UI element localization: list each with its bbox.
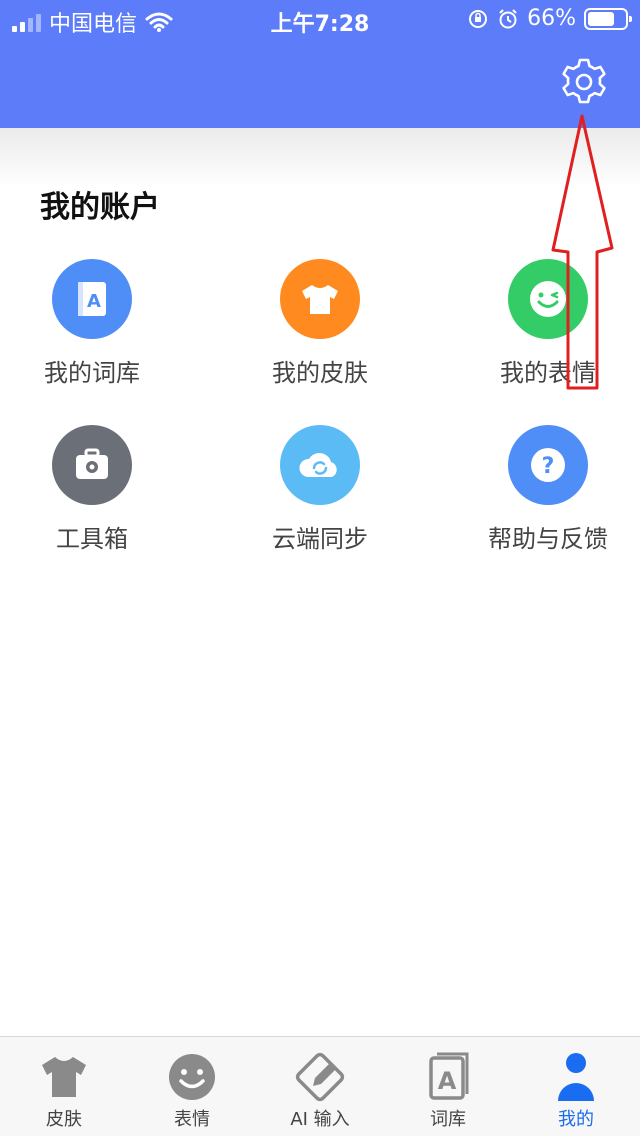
grid-item-label: 云端同步 (272, 525, 368, 553)
status-bar: 中国电信 上午7:28 66% (0, 0, 640, 42)
svg-text:A: A (438, 1067, 457, 1095)
tab-label: 我的 (558, 1109, 594, 1130)
tshirt-icon (280, 259, 360, 339)
tab-label: 词库 (430, 1109, 466, 1130)
svg-text:?: ? (542, 454, 555, 479)
cloud-sync-icon (280, 425, 360, 505)
emoji-wink-icon (508, 259, 588, 339)
orientation-lock-icon (469, 9, 488, 28)
grid-item-label: 工具箱 (56, 525, 128, 553)
grid-item-label: 帮助与反馈 (488, 525, 608, 553)
header-shadow (0, 128, 640, 188)
grid-item-skin[interactable]: 我的皮肤 (230, 259, 410, 388)
tshirt-icon (36, 1051, 92, 1103)
smiley-icon (164, 1051, 220, 1103)
user-icon (548, 1051, 604, 1103)
battery-icon (584, 7, 632, 30)
dictionary-icon: A (52, 259, 132, 339)
svg-text:A: A (87, 291, 101, 312)
tab-dictionary[interactable]: A 词库 (384, 1037, 512, 1136)
tab-label: 表情 (174, 1109, 210, 1130)
pen-icon (292, 1051, 348, 1103)
grid-item-dictionary[interactable]: A 我的词库 (2, 259, 182, 388)
battery-percent: 66% (527, 6, 576, 31)
settings-gear-icon[interactable] (558, 56, 610, 108)
grid-item-cloud-sync[interactable]: 云端同步 (230, 425, 410, 554)
tab-emoji[interactable]: 表情 (128, 1037, 256, 1136)
tab-label: AI 输入 (290, 1109, 350, 1130)
toolbox-icon (52, 425, 132, 505)
grid-item-toolbox[interactable]: 工具箱 (2, 425, 182, 554)
status-right: 66% (467, 6, 632, 31)
tab-mine[interactable]: 我的 (512, 1037, 640, 1136)
bottom-tab-bar: 皮肤 表情 AI 输入 A 词库 我的 (0, 1036, 640, 1136)
account-section-title: 我的账户 (40, 190, 160, 225)
alarm-icon (499, 8, 517, 28)
grid-item-label: 我的表情 (500, 359, 596, 387)
tab-skin[interactable]: 皮肤 (0, 1037, 128, 1136)
grid-item-label: 我的皮肤 (272, 359, 368, 387)
grid-item-help[interactable]: ? 帮助与反馈 (458, 425, 638, 554)
grid-item-label: 我的词库 (44, 359, 140, 387)
grid-item-emoji[interactable]: 我的表情 (458, 259, 638, 388)
tab-label: 皮肤 (46, 1109, 82, 1130)
dictionary-icon: A (420, 1051, 476, 1103)
help-icon: ? (508, 425, 588, 505)
tab-ai-input[interactable]: AI 输入 (256, 1037, 384, 1136)
